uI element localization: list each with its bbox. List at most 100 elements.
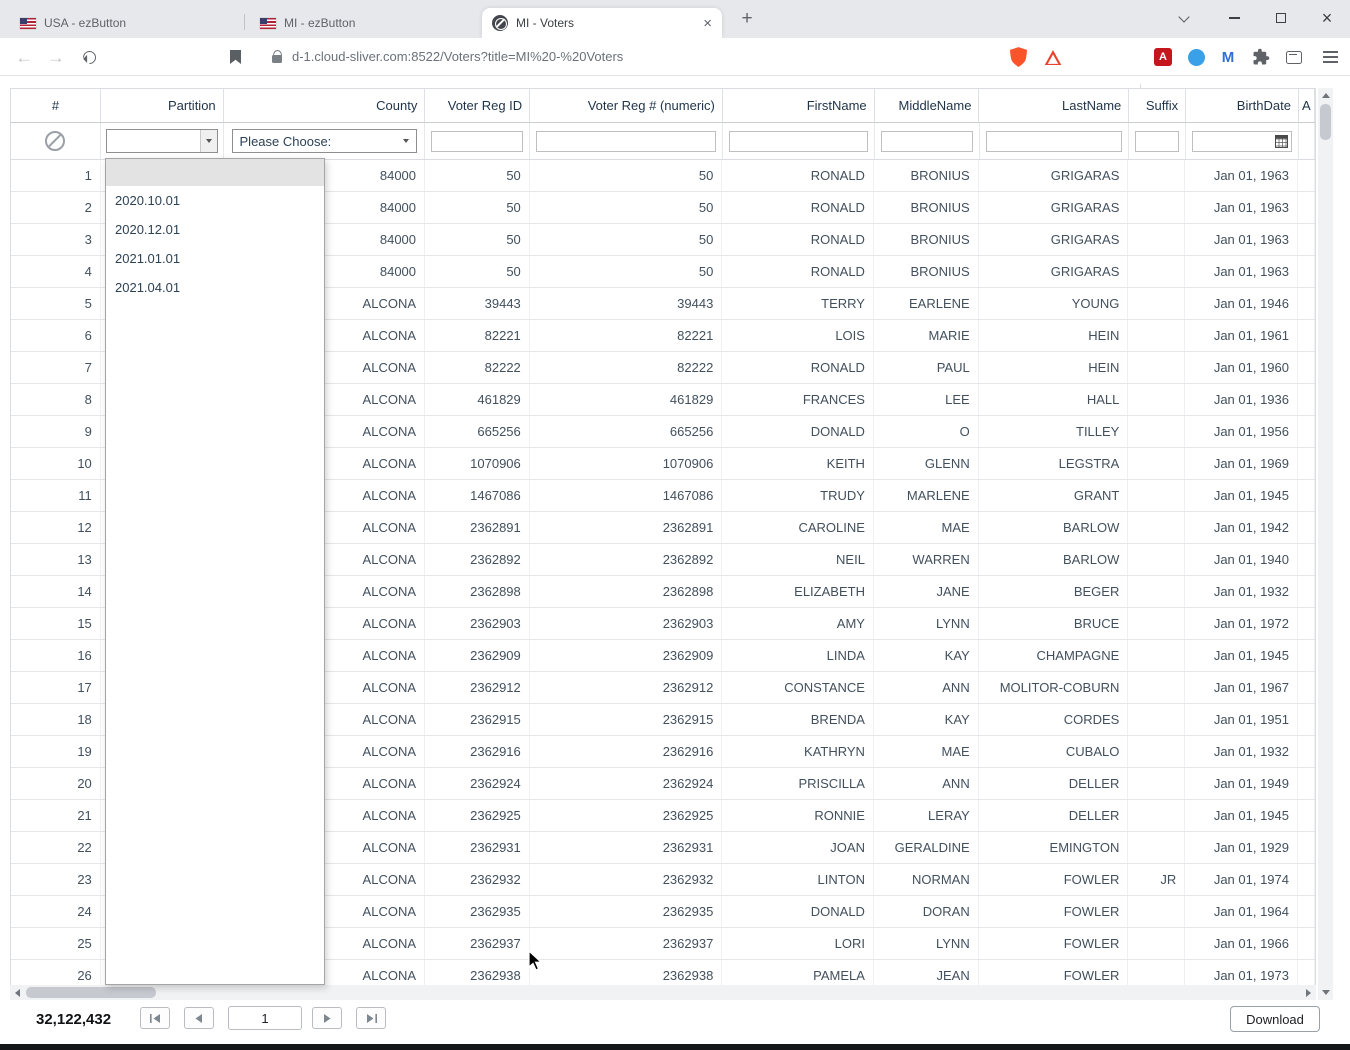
scroll-up-button[interactable] (1318, 88, 1333, 103)
table-cell: FOWLER (979, 896, 1129, 927)
scroll-left-button[interactable] (10, 985, 25, 1000)
last-page-button[interactable] (356, 1007, 386, 1029)
column-header[interactable]: MiddleName (875, 89, 980, 122)
voter-reg-id-filter-input[interactable] (431, 130, 524, 152)
lock-icon[interactable] (272, 50, 283, 63)
partition-dropdown-list[interactable]: 2020.10.01 2020.12.01 2021.01.01 2021.04.01 (105, 158, 325, 985)
table-cell: Jan 01, 1963 (1185, 256, 1298, 287)
partition-filter-combobox[interactable] (105, 129, 218, 153)
forward-button[interactable]: → (44, 45, 68, 69)
table-cell (1128, 256, 1186, 287)
tab-strip: USA - ezButton MI - ezButton MI - Voters… (0, 0, 1350, 38)
shield-icon[interactable] (1008, 47, 1028, 67)
table-cell: 2362912 (425, 672, 530, 703)
lastname-filter-input[interactable] (985, 130, 1123, 152)
back-button[interactable]: ← (12, 45, 36, 69)
pdf-extension-icon[interactable]: A (1153, 47, 1173, 67)
new-tab-button[interactable]: + (734, 6, 760, 32)
vertical-scroll-thumb[interactable] (1320, 104, 1331, 140)
column-header[interactable]: County (224, 89, 426, 122)
column-header[interactable]: A (1299, 89, 1315, 122)
window-minimize-button[interactable] (1219, 3, 1249, 33)
voters-favicon (492, 15, 508, 31)
tab-search-chevron-icon[interactable] (1180, 13, 1190, 23)
table-cell: Jan 01, 1961 (1185, 320, 1298, 351)
table-cell (1128, 352, 1186, 383)
horizontal-scroll-thumb[interactable] (26, 987, 156, 998)
download-button[interactable]: Download (1230, 1006, 1320, 1032)
reload-button[interactable] (77, 45, 101, 69)
collections-icon[interactable] (1284, 47, 1304, 67)
table-cell: 2362937 (425, 928, 530, 959)
tab-close-icon[interactable]: × (703, 16, 712, 31)
table-cell: 2362916 (425, 736, 530, 767)
column-header[interactable]: Voter Reg ID (425, 89, 531, 122)
column-header[interactable]: Voter Reg # (numeric) (530, 89, 723, 122)
table-cell: 2362915 (425, 704, 530, 735)
tab-mi-voters[interactable]: MI - Voters × (482, 8, 722, 38)
bookmark-icon[interactable] (230, 50, 241, 64)
table-cell: Jan 01, 1929 (1185, 832, 1298, 863)
dropdown-option[interactable]: 2020.10.01 (106, 186, 324, 215)
dropdown-option[interactable]: 2021.04.01 (106, 273, 324, 302)
clear-filter-icon[interactable] (45, 131, 66, 151)
table-cell: 17 (11, 672, 101, 703)
puzzle-svg (1253, 48, 1270, 65)
tab-usa-ezbutton[interactable]: USA - ezButton (10, 8, 240, 38)
suffix-filter-input[interactable] (1135, 130, 1180, 152)
column-header[interactable]: FirstName (723, 89, 875, 122)
tab-mi-ezbutton[interactable]: MI - ezButton (250, 8, 478, 38)
table-cell: Jan 01, 1949 (1185, 768, 1298, 799)
dropdown-option[interactable]: 2021.01.01 (106, 244, 324, 273)
scroll-down-button[interactable] (1318, 985, 1333, 1000)
column-header[interactable]: BirthDate (1186, 89, 1299, 122)
horizontal-scrollbar[interactable] (10, 985, 1316, 1000)
window-maximize-button[interactable] (1266, 3, 1296, 33)
table-cell: GRIGARAS (979, 160, 1129, 191)
voter-reg-num-filter-input[interactable] (536, 130, 716, 152)
firstname-filter-input[interactable] (728, 130, 868, 152)
vertical-scrollbar[interactable] (1318, 88, 1333, 1000)
table-cell: 19 (11, 736, 101, 767)
window-close-button[interactable]: × (1312, 3, 1342, 33)
first-page-icon (149, 1013, 160, 1023)
table-cell: Jan 01, 1967 (1185, 672, 1298, 703)
page-number-input[interactable] (228, 1006, 302, 1030)
column-header[interactable]: Suffix (1129, 89, 1187, 122)
table-cell: Jan 01, 1945 (1185, 640, 1298, 671)
menu-icon[interactable] (1320, 47, 1340, 67)
extensions-puzzle-icon[interactable] (1251, 47, 1271, 67)
previous-page-button[interactable] (184, 1007, 214, 1029)
table-cell: LEE (874, 384, 979, 415)
blue-extension-icon[interactable] (1186, 47, 1206, 67)
table-cell: 2362932 (425, 864, 530, 895)
table-cell: EMINGTON (979, 832, 1129, 863)
table-cell: DELLER (979, 768, 1129, 799)
table-cell (1298, 800, 1315, 831)
column-header[interactable]: # (11, 89, 101, 122)
table-cell: 2362935 (425, 896, 530, 927)
table-cell: JEAN (874, 960, 979, 985)
calendar-icon[interactable] (1275, 135, 1289, 148)
dropdown-option[interactable] (106, 159, 324, 186)
table-cell (1128, 192, 1186, 223)
column-header[interactable]: LastName (979, 89, 1130, 122)
first-page-button[interactable] (140, 1007, 170, 1029)
table-cell: 16 (11, 640, 101, 671)
combobox-dropdown-button[interactable] (199, 130, 217, 152)
next-page-button[interactable] (312, 1007, 342, 1029)
table-cell: 10 (11, 448, 101, 479)
table-cell: 39443 (530, 288, 723, 319)
scroll-right-button[interactable] (1301, 985, 1316, 1000)
table-cell: ANN (874, 672, 979, 703)
middlename-filter-input[interactable] (880, 130, 973, 152)
column-header[interactable]: Partition (101, 89, 224, 122)
table-cell: LEGSTRA (979, 448, 1129, 479)
warning-triangle-icon[interactable] (1043, 47, 1063, 67)
url-bar[interactable]: d-1.cloud-sliver.com:8522/Voters?title=M… (292, 38, 623, 76)
table-cell: YOUNG (979, 288, 1129, 319)
dropdown-option[interactable]: 2020.12.01 (106, 215, 324, 244)
m-extension-icon[interactable]: M (1218, 47, 1238, 67)
county-filter-select[interactable]: Please Choose: (231, 129, 417, 153)
table-cell: MAE (874, 512, 979, 543)
